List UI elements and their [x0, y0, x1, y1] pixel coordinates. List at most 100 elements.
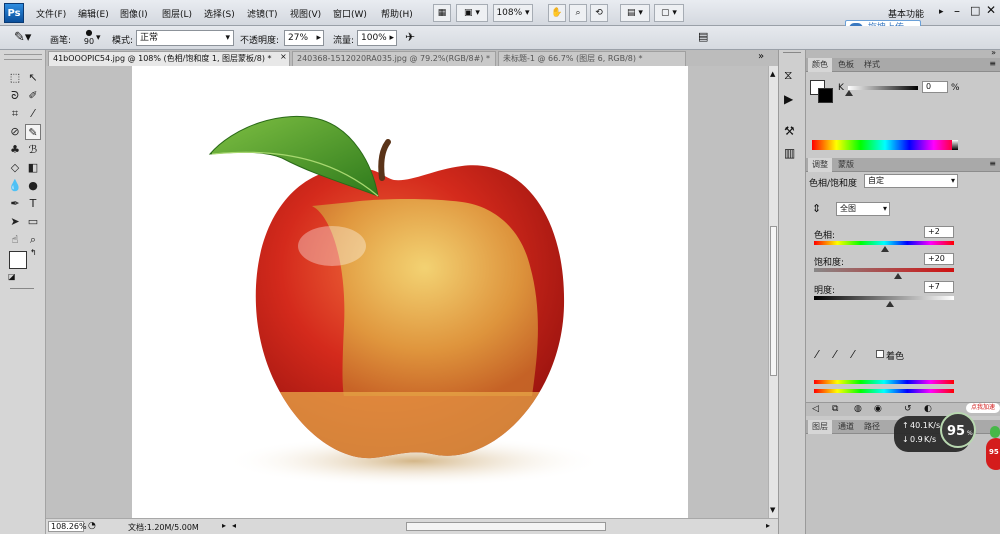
pen-tool-icon[interactable]: ✒: [7, 196, 23, 212]
blur-tool-icon[interactable]: 💧: [7, 178, 23, 194]
close-icon[interactable]: ✕: [986, 3, 996, 17]
view-extras-icon[interactable]: ▣ ▾: [456, 4, 488, 22]
reset-icon[interactable]: ↺: [904, 404, 912, 414]
scroll-up-icon[interactable]: ▲: [770, 70, 775, 78]
tabs-overflow-icon[interactable]: »: [758, 51, 764, 62]
hscroll-left-icon[interactable]: ◂: [232, 521, 236, 530]
visibility-icon[interactable]: ◉: [874, 404, 882, 414]
hue-slider[interactable]: [814, 241, 954, 245]
adjust-panel-menu-icon[interactable]: ≡: [989, 159, 996, 168]
menu-window[interactable]: 窗口(W): [333, 7, 367, 20]
tab-document-3[interactable]: 未标题-1 @ 66.7% (图层 6, RGB/8) *: [498, 51, 686, 66]
vertical-scroll-thumb[interactable]: [770, 226, 777, 376]
panel-menu-icon[interactable]: ≡: [989, 59, 996, 68]
foreground-color-swatch[interactable]: [9, 251, 27, 269]
brush-preset-icon[interactable]: ✎▾: [14, 30, 31, 45]
bridge-icon[interactable]: ▦: [433, 4, 451, 22]
score-bubble[interactable]: 95: [986, 438, 1000, 470]
opacity-slider-icon[interactable]: ▸: [316, 31, 321, 45]
menu-image[interactable]: 图像(I): [120, 7, 148, 20]
zoom-tool-small-icon[interactable]: ⌕: [25, 232, 41, 248]
vertical-scrollbar[interactable]: ▲ ▼: [768, 66, 778, 518]
colorize-checkbox[interactable]: [876, 350, 884, 358]
toolbar-grip[interactable]: [4, 54, 42, 60]
clone-source-icon[interactable]: ▥: [784, 146, 795, 160]
actions-panel-icon[interactable]: ▶: [784, 92, 793, 106]
3d-rotate-icon[interactable]: ☝: [7, 232, 23, 248]
zoom-tool-icon[interactable]: ⌕: [569, 4, 587, 22]
menu-view[interactable]: 视图(V): [290, 7, 321, 20]
menu-edit[interactable]: 编辑(E): [78, 7, 109, 20]
canvas-area[interactable]: [46, 66, 768, 518]
tab-layers[interactable]: 图层: [808, 420, 832, 434]
maximize-icon[interactable]: □: [970, 4, 980, 17]
saturation-slider[interactable]: [814, 268, 954, 272]
eraser-tool-icon[interactable]: ◇: [7, 160, 23, 176]
swap-colors-icon[interactable]: ↰: [30, 248, 37, 257]
tab-document-2[interactable]: 240368-1512020RA035.jpg @ 79.2%(RGB/8#) …: [292, 51, 496, 66]
path-select-icon[interactable]: ➤: [7, 214, 23, 230]
screen-mode-icon[interactable]: ▢ ▾: [654, 4, 684, 22]
color-bg-swatch[interactable]: [818, 88, 833, 103]
saturation-input[interactable]: +20: [924, 253, 954, 265]
saturation-slider-thumb[interactable]: [894, 273, 902, 279]
menu-file[interactable]: 文件(F): [36, 7, 66, 20]
mode-select[interactable]: 正常 ▾: [136, 30, 234, 46]
horizontal-scroll-thumb[interactable]: [406, 522, 606, 531]
speedup-badge[interactable]: 点我加速: [966, 403, 1000, 413]
quick-select-tool-icon[interactable]: ✐: [25, 88, 41, 104]
workspace-switcher[interactable]: 基本功能: [888, 7, 924, 20]
menu-layer[interactable]: 图层(L): [162, 7, 192, 20]
history-brush-icon[interactable]: ℬ: [25, 142, 41, 158]
on-image-adjust-icon[interactable]: ⇕: [812, 202, 821, 215]
menu-help[interactable]: 帮助(H): [381, 7, 413, 20]
rotate-view-icon[interactable]: ⟲: [590, 4, 608, 22]
type-tool-icon[interactable]: T: [25, 196, 41, 212]
opacity-input[interactable]: 27% ▸: [284, 30, 324, 46]
move-tool-icon[interactable]: ↖: [25, 70, 41, 86]
color-k-slider[interactable]: [848, 86, 918, 90]
hue-slider-thumb[interactable]: [881, 246, 890, 252]
menu-select[interactable]: 选择(S): [204, 7, 235, 20]
scroll-down-icon[interactable]: ▼: [770, 506, 775, 514]
tab-styles[interactable]: 样式: [860, 58, 884, 72]
dodge-tool-icon[interactable]: ●: [25, 178, 41, 194]
document-canvas[interactable]: [132, 66, 688, 518]
brush-dropdown-icon[interactable]: ▾: [96, 33, 101, 43]
flow-slider-icon[interactable]: ▸: [389, 31, 394, 45]
tool-presets-icon[interactable]: ⚒: [784, 124, 795, 138]
history-panel-icon[interactable]: ⧖: [784, 68, 792, 83]
flow-input[interactable]: 100% ▸: [357, 30, 397, 46]
brush-panel-icon[interactable]: ▤: [698, 30, 708, 43]
tab-close-icon[interactable]: ×: [280, 52, 287, 61]
tab-paths[interactable]: 路径: [860, 420, 884, 434]
tab-channels[interactable]: 通道: [834, 420, 858, 434]
expand-view-icon[interactable]: ⧉: [832, 404, 838, 414]
lasso-tool-icon[interactable]: ᘐ: [7, 88, 23, 104]
brush-tool-icon[interactable]: ✎: [25, 124, 41, 140]
collapse-icon[interactable]: »: [991, 48, 996, 57]
panel-collapse-bar[interactable]: »: [806, 48, 1000, 58]
hscroll-right-icon[interactable]: ▸: [766, 521, 770, 530]
dock-grip[interactable]: [783, 52, 801, 56]
color-k-slider-thumb[interactable]: [845, 90, 853, 96]
default-colors-icon[interactable]: ◪: [8, 272, 16, 281]
lightness-slider-thumb[interactable]: [885, 301, 894, 307]
preset-select[interactable]: 自定 ▾: [864, 174, 958, 188]
eyedropper-icon[interactable]: ⁄: [816, 348, 818, 361]
clone-stamp-icon[interactable]: ♣: [7, 142, 23, 158]
clip-layer-icon[interactable]: ◍: [854, 404, 862, 414]
color-k-input[interactable]: 0: [922, 81, 948, 93]
tab-color[interactable]: 颜色: [808, 58, 832, 72]
eyedropper-plus-icon[interactable]: ⁄: [834, 348, 836, 361]
speed-gauge[interactable]: 95 %: [940, 412, 976, 448]
healing-brush-icon[interactable]: ⊘: [7, 124, 23, 140]
shape-tool-icon[interactable]: ▭: [25, 214, 41, 230]
lightness-slider[interactable]: [814, 296, 954, 300]
status-zoom-field[interactable]: 108.26%: [48, 521, 87, 532]
crop-tool-icon[interactable]: ⌗: [7, 106, 23, 122]
tab-document-1[interactable]: 41bOOOPIC54.jpg @ 108% (色相/饱和度 1, 图层蒙板/8…: [48, 51, 290, 66]
delete-adjust-icon[interactable]: ◐: [924, 404, 932, 414]
channel-select[interactable]: 全图 ▾: [836, 202, 890, 216]
status-menu-icon[interactable]: ▸: [222, 521, 226, 530]
